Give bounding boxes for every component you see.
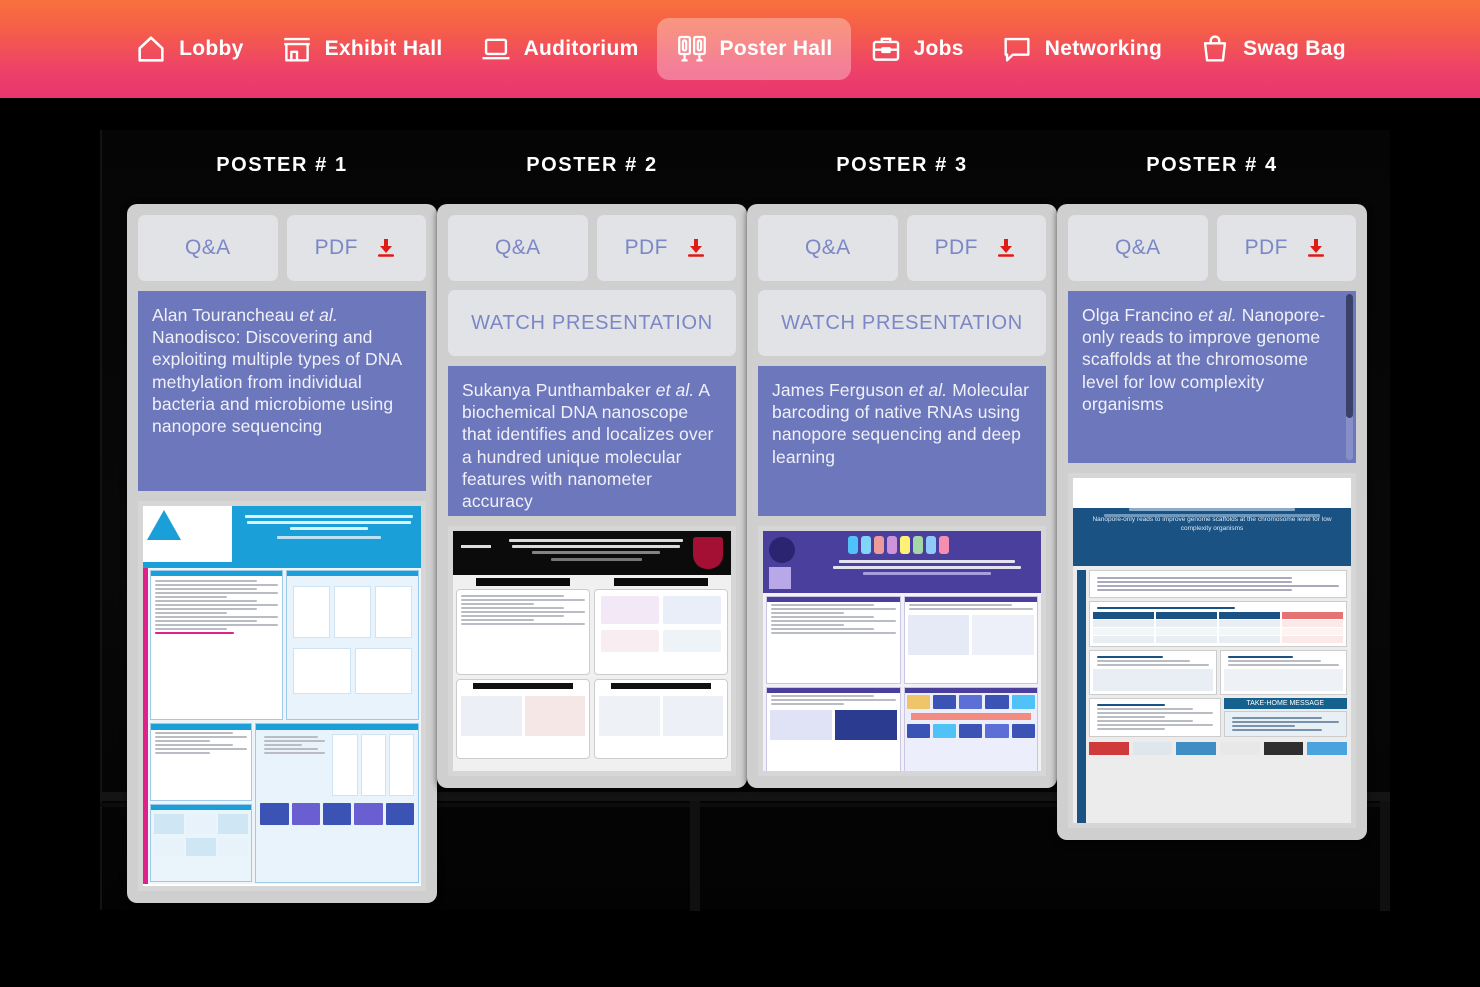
nav-item-lobby[interactable]: Lobby [116, 18, 262, 80]
poster-thumbnail-wrap-1[interactable] [138, 501, 426, 891]
download-icon[interactable] [1304, 236, 1328, 260]
poster-thumbnail-1 [143, 506, 421, 886]
qa-button-2[interactable]: Q&A [448, 215, 588, 281]
poster-etal-1: et al. [299, 305, 338, 325]
nav-label-swag-bag: Swag Bag [1243, 37, 1346, 60]
shopping-bag-icon [1198, 32, 1232, 66]
poster-heading-3: POSTER # 3 [836, 154, 968, 176]
poster-column-1: POSTER # 1 Q&A PDF Alan Tourancheau et a… [127, 98, 437, 903]
poster-4-take-home-label: TAKE-HOME MESSAGE [1223, 698, 1347, 709]
poster-boards-icon [675, 32, 709, 66]
qa-button-label-1: Q&A [184, 236, 231, 259]
poster-title-text-4: Olga Francino et al. Nanopore-only reads… [1082, 304, 1342, 415]
storefront-icon [280, 32, 314, 66]
nav-label-lobby: Lobby [179, 37, 244, 60]
poster-2-button-row: Q&A PDF [448, 215, 736, 281]
watch-presentation-label-2: WATCH PRESENTATION [471, 311, 713, 334]
poster-column-4: POSTER # 4 Q&A PDF Olga Francino et al. … [1057, 98, 1367, 840]
poster-4-thumbnail-banner: Nanopore-only reads to improve genome sc… [1092, 516, 1332, 533]
poster-heading-4: POSTER # 4 [1146, 154, 1278, 176]
poster-author-4: Olga Francino [1082, 305, 1194, 325]
poster-author-2: Sukanya Punthambaker [462, 380, 651, 400]
home-icon [134, 32, 168, 66]
nav-item-auditorium[interactable]: Auditorium [461, 18, 657, 80]
download-icon[interactable] [994, 236, 1018, 260]
poster-4-button-row: Q&A PDF [1068, 215, 1356, 281]
poster-etal-2: et al. [655, 380, 695, 400]
poster-grid: POSTER # 1 Q&A PDF Alan Tourancheau et a… [0, 98, 1480, 987]
poster-author-1: Alan Tourancheau [152, 305, 295, 325]
qa-button-4[interactable]: Q&A [1068, 215, 1208, 281]
poster-heading-2: POSTER # 2 [526, 154, 658, 176]
poster-etal-3: et al. [908, 380, 948, 400]
poster-author-3: James Ferguson [772, 380, 904, 400]
poster-heading-1: POSTER # 1 [216, 154, 348, 176]
watch-presentation-button-2[interactable]: WATCH PRESENTATION [448, 290, 736, 356]
poster-card-2[interactable]: Q&A PDF WATCH PRESENTATION Sukanya Punth… [437, 204, 747, 788]
pdf-button-label-3: PDF [934, 236, 978, 259]
nav-item-swag-bag[interactable]: Swag Bag [1180, 18, 1364, 80]
pdf-button-label-1: PDF [314, 236, 358, 259]
poster-title-block-4: Olga Francino et al. Nanopore-only reads… [1068, 291, 1356, 463]
poster-title-text-2: Sukanya Punthambaker et al. A biochemica… [462, 379, 722, 512]
pdf-button-label-4: PDF [1244, 236, 1288, 259]
poster-column-3: POSTER # 3 Q&A PDF WATCH PRESENTATION Ja… [747, 98, 1057, 788]
nav-label-exhibit-hall: Exhibit Hall [324, 37, 443, 60]
poster-thumbnail-3 [763, 531, 1041, 771]
nav-item-poster-hall[interactable]: Poster Hall [656, 18, 851, 80]
chat-bubble-icon [1000, 32, 1034, 66]
poster-thumbnail-wrap-3[interactable] [758, 526, 1046, 776]
poster-etal-4: et al. [1198, 305, 1237, 325]
nav-label-poster-hall: Poster Hall [719, 37, 833, 60]
watch-presentation-label-3: WATCH PRESENTATION [781, 311, 1023, 334]
qa-button-label-4: Q&A [1114, 236, 1161, 259]
pdf-button-4[interactable]: PDF [1216, 215, 1356, 281]
pdf-button-label-2: PDF [624, 236, 668, 259]
poster-title-1: Nanodisco: Discovering and exploiting mu… [152, 327, 402, 437]
qa-button-1[interactable]: Q&A [138, 215, 278, 281]
pdf-button-2[interactable]: PDF [596, 215, 736, 281]
nav-label-networking: Networking [1044, 37, 1163, 60]
poster-title-block-1: Alan Tourancheau et al. Nanodisco: Disco… [138, 291, 426, 491]
pdf-button-3[interactable]: PDF [906, 215, 1046, 281]
nav-label-jobs: Jobs [913, 37, 964, 60]
poster-1-button-row: Q&A PDF [138, 215, 426, 281]
pdf-button-1[interactable]: PDF [286, 215, 426, 281]
poster-card-4[interactable]: Q&A PDF Olga Francino et al. Nanopore-on… [1057, 204, 1367, 840]
poster-3-button-row: Q&A PDF [758, 215, 1046, 281]
poster-column-2: POSTER # 2 Q&A PDF WATCH PRESENTATION Su… [437, 98, 747, 788]
poster-title-text-1: Alan Tourancheau et al. Nanodisco: Disco… [152, 304, 412, 437]
poster-thumbnail-2 [453, 531, 731, 771]
watch-presentation-button-3[interactable]: WATCH PRESENTATION [758, 290, 1046, 356]
laptop-icon [479, 32, 513, 66]
title-scrollbar-thumb-4[interactable] [1346, 294, 1353, 418]
nav-item-networking[interactable]: Networking [982, 18, 1180, 80]
nav-label-auditorium: Auditorium [523, 37, 639, 60]
poster-title-text-3: James Ferguson et al. Molecular barcodin… [772, 379, 1032, 468]
briefcase-icon [869, 32, 903, 66]
qa-button-label-2: Q&A [494, 236, 541, 259]
qa-button-label-3: Q&A [804, 236, 851, 259]
poster-card-1[interactable]: Q&A PDF Alan Tourancheau et al. Nanodisc… [127, 204, 437, 903]
download-icon[interactable] [684, 236, 708, 260]
poster-title-block-2: Sukanya Punthambaker et al. A biochemica… [448, 366, 736, 516]
poster-card-3[interactable]: Q&A PDF WATCH PRESENTATION James Ferguso… [747, 204, 1057, 788]
nav-item-jobs[interactable]: Jobs [851, 18, 982, 80]
poster-thumbnail-wrap-4[interactable]: Nanopore-only reads to improve genome sc… [1068, 473, 1356, 828]
poster-title-block-3: James Ferguson et al. Molecular barcodin… [758, 366, 1046, 516]
download-icon[interactable] [374, 236, 398, 260]
poster-hall-stage: POSTER # 1 Q&A PDF Alan Tourancheau et a… [0, 98, 1480, 987]
main-navigation-bar: Lobby Exhibit Hall Auditorium Poster Hal… [0, 0, 1480, 98]
poster-thumbnail-4: Nanopore-only reads to improve genome sc… [1073, 478, 1351, 823]
poster-thumbnail-wrap-2[interactable] [448, 526, 736, 776]
nav-item-exhibit-hall[interactable]: Exhibit Hall [262, 18, 461, 80]
qa-button-3[interactable]: Q&A [758, 215, 898, 281]
